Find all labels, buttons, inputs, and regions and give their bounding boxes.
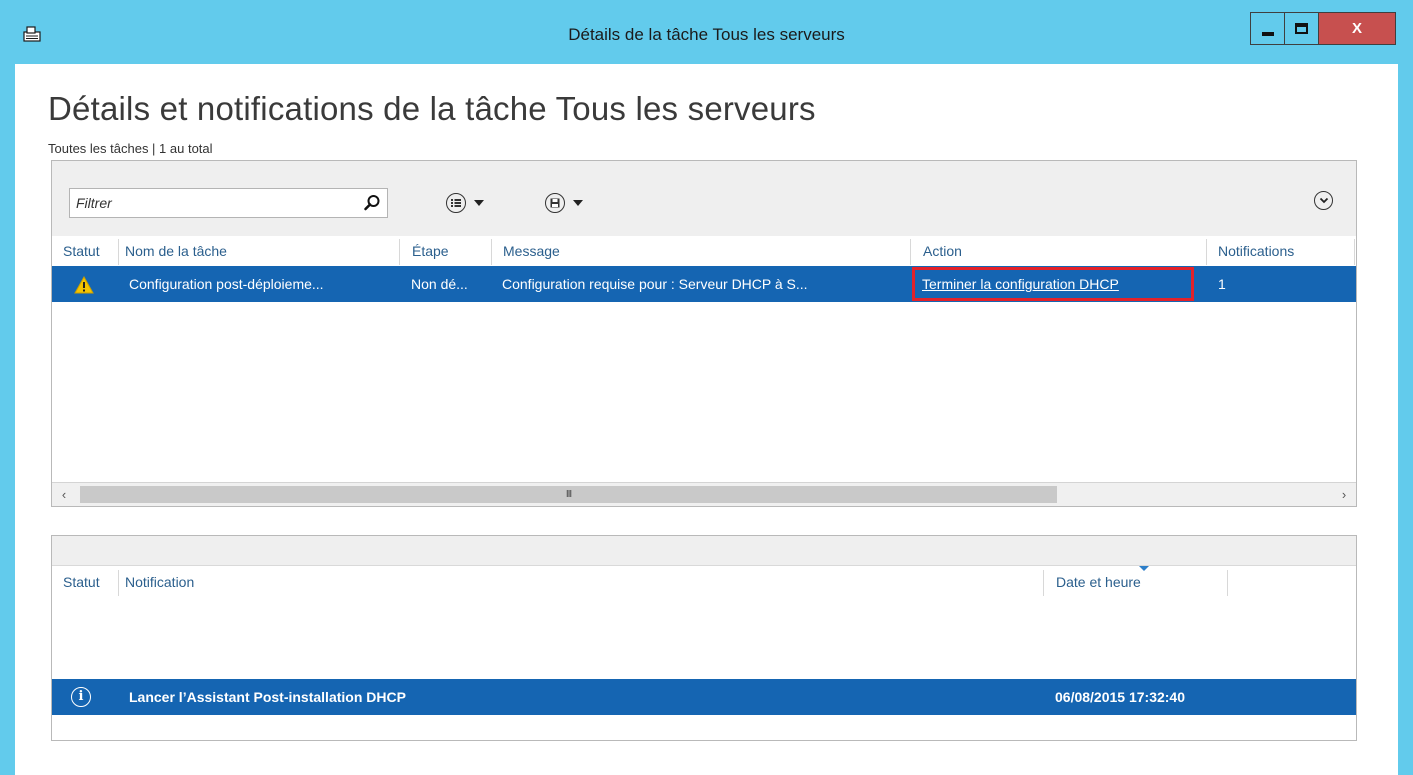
column-divider[interactable] <box>1043 570 1044 596</box>
scrollbar-thumb[interactable]: III <box>80 486 1057 503</box>
action-highlight-box <box>912 267 1194 301</box>
warning-icon <box>74 276 94 294</box>
chevron-down-icon <box>573 200 583 206</box>
column-divider[interactable] <box>1354 239 1355 265</box>
tasks-header-row: Statut Nom de la tâche Étape Message Act… <box>52 236 1356 266</box>
maximize-icon <box>1295 23 1308 34</box>
horizontal-scrollbar[interactable]: ‹ III › <box>52 482 1356 506</box>
minimize-button[interactable] <box>1250 12 1285 45</box>
close-icon: X <box>1351 20 1362 37</box>
task-stage-cell: Non dé... <box>411 276 468 292</box>
column-divider[interactable] <box>491 239 492 265</box>
save-query-button[interactable] <box>545 191 583 215</box>
notifications-panel-header <box>52 536 1356 566</box>
client-area: Détails et notifications de la tâche Tou… <box>15 64 1398 775</box>
column-header-action[interactable]: Action <box>917 236 962 266</box>
column-header-message[interactable]: Message <box>497 236 560 266</box>
task-name-cell: Configuration post-déploieme... <box>129 276 324 292</box>
collapse-icon[interactable] <box>1314 191 1333 210</box>
table-row[interactable]: Configuration post-déploieme... Non dé..… <box>52 266 1356 302</box>
page-title: Détails et notifications de la tâche Tou… <box>48 90 816 127</box>
notifications-panel: Statut Notification Date et heure i Lanc… <box>51 535 1357 741</box>
close-button[interactable]: X <box>1318 12 1396 45</box>
column-divider[interactable] <box>910 239 911 265</box>
notification-text-cell: Lancer l’Assistant Post-installation DHC… <box>129 689 406 705</box>
column-header-notifications[interactable]: Notifications <box>1212 236 1294 266</box>
table-row[interactable]: i Lancer l’Assistant Post-installation D… <box>52 679 1356 715</box>
filter-field[interactable] <box>69 188 388 218</box>
scroll-right-icon[interactable]: › <box>1332 483 1356 506</box>
task-notifications-cell: 1 <box>1218 276 1226 292</box>
title-bar[interactable]: Détails de la tâche Tous les serveurs X <box>0 0 1413 64</box>
column-header-notification[interactable]: Notification <box>119 567 194 597</box>
save-icon <box>545 193 565 213</box>
search-icon[interactable] <box>363 194 381 212</box>
tasks-panel: Statut Nom de la tâche Étape Message Act… <box>51 160 1357 507</box>
task-message-cell: Configuration requise pour : Serveur DHC… <box>502 276 808 292</box>
window-title: Détails de la tâche Tous les serveurs <box>568 25 845 44</box>
filter-input[interactable] <box>70 189 360 217</box>
list-options-button[interactable] <box>446 191 484 215</box>
notification-datetime-cell: 06/08/2015 17:32:40 <box>1055 689 1185 705</box>
column-header-date-time[interactable]: Date et heure <box>1050 567 1141 597</box>
chevron-down-icon <box>474 200 484 206</box>
minimize-icon <box>1261 31 1274 36</box>
sort-descending-icon <box>1139 566 1149 571</box>
scroll-left-icon[interactable]: ‹ <box>52 483 76 506</box>
tasks-toolbar <box>52 161 1356 236</box>
scrollbar-grip-icon: III <box>565 489 572 500</box>
task-count-subtitle: Toutes les tâches | 1 au total <box>48 141 213 156</box>
notifications-header-row: Statut Notification Date et heure <box>52 567 1356 597</box>
column-header-task-name[interactable]: Nom de la tâche <box>119 236 227 266</box>
column-divider[interactable] <box>1206 239 1207 265</box>
column-header-status[interactable]: Statut <box>57 567 100 597</box>
column-header-status[interactable]: Statut <box>57 236 100 266</box>
window: Détails de la tâche Tous les serveurs X … <box>0 0 1413 775</box>
column-divider[interactable] <box>1227 570 1228 596</box>
info-icon: i <box>71 687 91 707</box>
column-header-stage[interactable]: Étape <box>406 236 449 266</box>
list-options-icon <box>446 193 466 213</box>
maximize-button[interactable] <box>1284 12 1319 45</box>
column-divider[interactable] <box>399 239 400 265</box>
